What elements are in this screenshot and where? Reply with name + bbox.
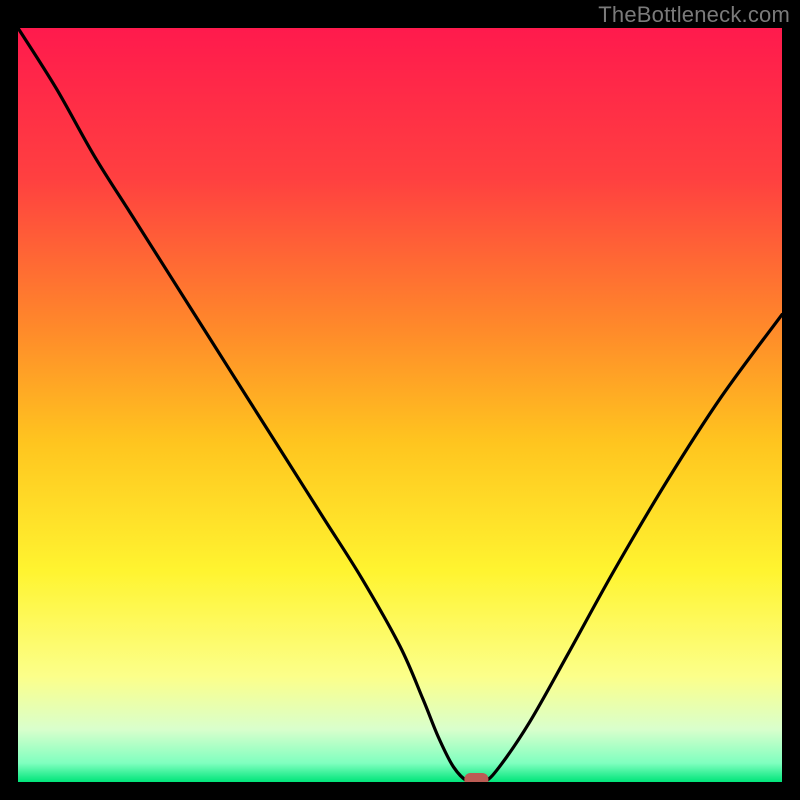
plot-area	[18, 28, 782, 782]
gradient-background	[18, 28, 782, 782]
bottleneck-plot	[18, 28, 782, 782]
watermark-text: TheBottleneck.com	[598, 2, 790, 28]
chart-frame: TheBottleneck.com	[0, 0, 800, 800]
optimal-marker	[464, 773, 488, 782]
